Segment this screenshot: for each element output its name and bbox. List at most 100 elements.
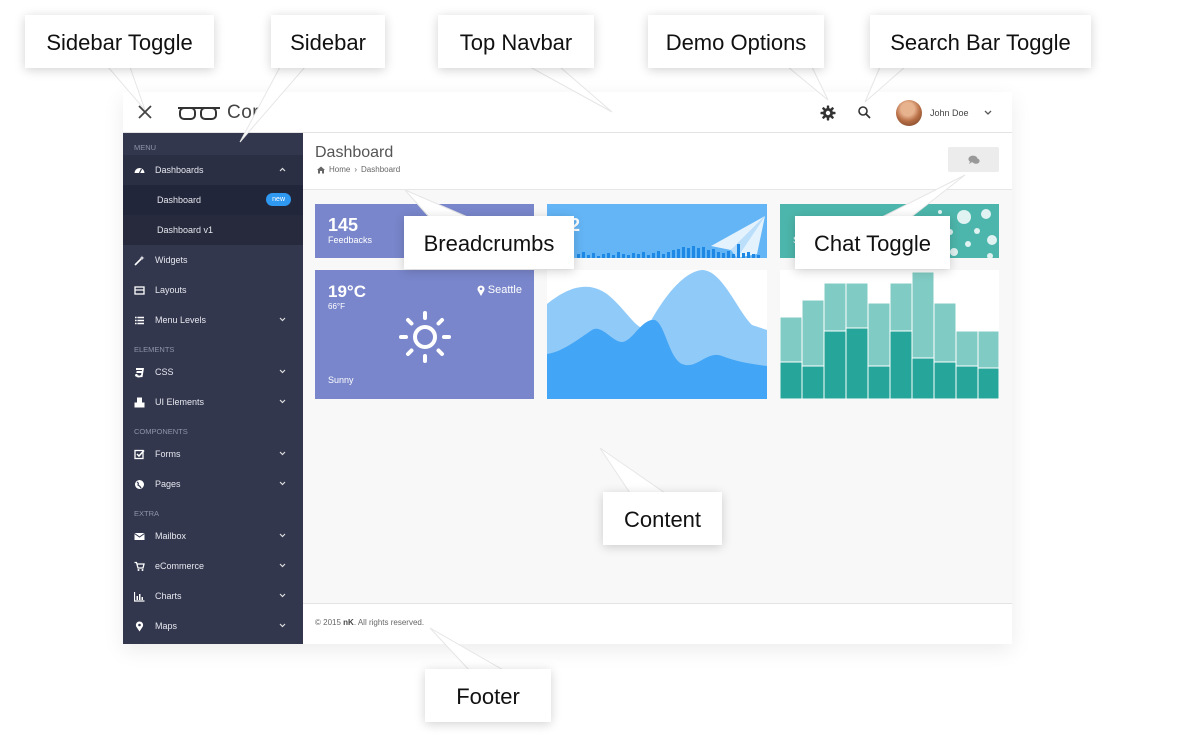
sidebar-item-label: Dashboard (157, 195, 202, 205)
sidebar-item-widgets[interactable]: Widgets (123, 245, 303, 275)
chevron-down-icon (279, 593, 286, 598)
avatar (896, 99, 922, 126)
callout-content: Content (603, 492, 722, 545)
callout-breadcrumbs: Breadcrumbs (404, 216, 574, 269)
close-icon[interactable] (135, 102, 155, 122)
sidebar-item-label: Maps (155, 621, 178, 631)
chat-toggle-button[interactable] (948, 147, 999, 172)
app-window: Cor John Doe MENU Dashboards Dashboard n… (123, 92, 1012, 644)
callout-footer: Footer (425, 669, 551, 722)
user-menu[interactable]: John Doe (896, 99, 992, 126)
sidebar-item-ui-elements[interactable]: UI Elements (123, 387, 303, 417)
stacked-bar-chart-card (780, 270, 999, 399)
footer-brand[interactable]: nK (343, 618, 354, 627)
page-title: Dashboard (315, 144, 394, 161)
cubes-icon (134, 397, 145, 407)
breadcrumb-separator: › (354, 165, 358, 174)
sidebar-item-label: Charts (155, 591, 182, 601)
chat-icon (967, 155, 980, 164)
page-header: Dashboard Home › Dashboard (303, 133, 1012, 190)
area-chart-card (547, 270, 767, 399)
sparkline-bars (577, 244, 760, 258)
sidebar: MENU Dashboards Dashboard new Dashboard … (123, 133, 303, 644)
callout-top-navbar: Top Navbar (438, 15, 594, 68)
sidebar-item-label: eCommerce (155, 561, 205, 571)
cart-icon (134, 561, 145, 571)
callout-sidebar: Sidebar (271, 15, 385, 68)
breadcrumb: Home › Dashboard (317, 165, 400, 174)
sidebar-item-dashboards[interactable]: Dashboards (123, 155, 303, 185)
stat-card-second: 42 ts (547, 204, 767, 258)
chevron-down-icon (279, 623, 286, 628)
sidebar-item-label: Dashboards (155, 165, 204, 175)
sidebar-item-maps[interactable]: Maps (123, 611, 303, 641)
css3-icon (135, 367, 144, 377)
weather-temperature: 19°C (328, 282, 366, 301)
weather-card: 19°C 66°F Seattle Sunny (315, 270, 534, 399)
sidebar-item-label: Menu Levels (155, 315, 207, 325)
chevron-down-icon (984, 110, 991, 115)
weather-temperature-f: 66°F (328, 302, 345, 311)
check-square-icon (134, 449, 145, 459)
layout-icon (134, 285, 145, 295)
sidebar-heading-components: COMPONENTS (134, 427, 188, 436)
globe-icon (135, 479, 144, 489)
callout-chat-toggle: Chat Toggle (795, 216, 950, 269)
map-marker-icon (477, 285, 485, 296)
sidebar-item-label: Forms (155, 449, 181, 459)
footer: © 2015 nK. All rights reserved. (303, 603, 1012, 644)
sidebar-item-charts[interactable]: Charts (123, 581, 303, 611)
weather-city: Seattle (487, 284, 522, 296)
top-navbar: Cor John Doe (123, 92, 1012, 133)
callout-sidebar-toggle: Sidebar Toggle (25, 15, 214, 68)
footer-rights: . All rights reserved. (353, 618, 425, 627)
sidebar-item-label: Pages (155, 479, 181, 489)
chevron-down-icon (279, 563, 286, 568)
chevron-down-icon (279, 533, 286, 538)
sidebar-item-pages[interactable]: Pages (123, 469, 303, 499)
sidebar-heading-elements: ELEMENTS (134, 345, 175, 354)
chevron-down-icon (279, 451, 286, 456)
sidebar-item-ecommerce[interactable]: eCommerce (123, 551, 303, 581)
sidebar-item-label: UI Elements (155, 397, 205, 407)
bar-chart-icon (134, 591, 145, 602)
envelope-icon (134, 532, 145, 540)
area-chart (547, 270, 767, 399)
sun-icon (399, 311, 451, 363)
sidebar-heading-menu: MENU (134, 143, 157, 152)
stat-value: 145 (328, 215, 359, 235)
sidebar-item-layouts[interactable]: Layouts (123, 275, 303, 305)
logo[interactable]: Cor (177, 102, 259, 124)
glasses-logo-icon (178, 107, 220, 120)
weather-location: Seattle (477, 284, 522, 296)
sidebar-item-dashboard[interactable]: Dashboard new (123, 185, 303, 215)
sidebar-item-menu-levels[interactable]: Menu Levels (123, 305, 303, 335)
stacked-bar-chart (780, 271, 999, 399)
sidebar-item-label: Layouts (155, 285, 187, 295)
chevron-down-icon (279, 399, 286, 404)
sidebar-item-forms[interactable]: Forms (123, 439, 303, 469)
sidebar-item-mailbox[interactable]: Mailbox (123, 521, 303, 551)
user-name: John Doe (930, 107, 969, 118)
sidebar-item-dashboard-v1[interactable]: Dashboard v1 (123, 215, 303, 245)
weather-condition: Sunny (328, 375, 354, 385)
logo-text: Cor (227, 102, 260, 123)
footer-year: © 2015 (315, 618, 341, 627)
search-icon[interactable] (857, 105, 872, 120)
chevron-down-icon (279, 481, 286, 486)
list-icon (135, 316, 144, 324)
new-badge: new (266, 193, 291, 206)
sidebar-item-label: Mailbox (155, 531, 187, 541)
sidebar-item-label: Dashboard v1 (157, 225, 214, 235)
home-icon (317, 166, 325, 173)
sidebar-item-css[interactable]: CSS (123, 357, 303, 387)
gear-icon[interactable] (820, 105, 836, 121)
sidebar-item-label: CSS (155, 367, 174, 377)
dashboard-icon (134, 167, 145, 173)
map-marker-icon (135, 620, 144, 631)
callout-search-bar-toggle: Search Bar Toggle (870, 15, 1091, 68)
sidebar-item-label: Widgets (155, 255, 188, 265)
breadcrumb-current[interactable]: Dashboard (361, 165, 400, 174)
breadcrumb-home[interactable]: Home (329, 165, 350, 174)
sidebar-heading-extra: EXTRA (134, 509, 160, 518)
